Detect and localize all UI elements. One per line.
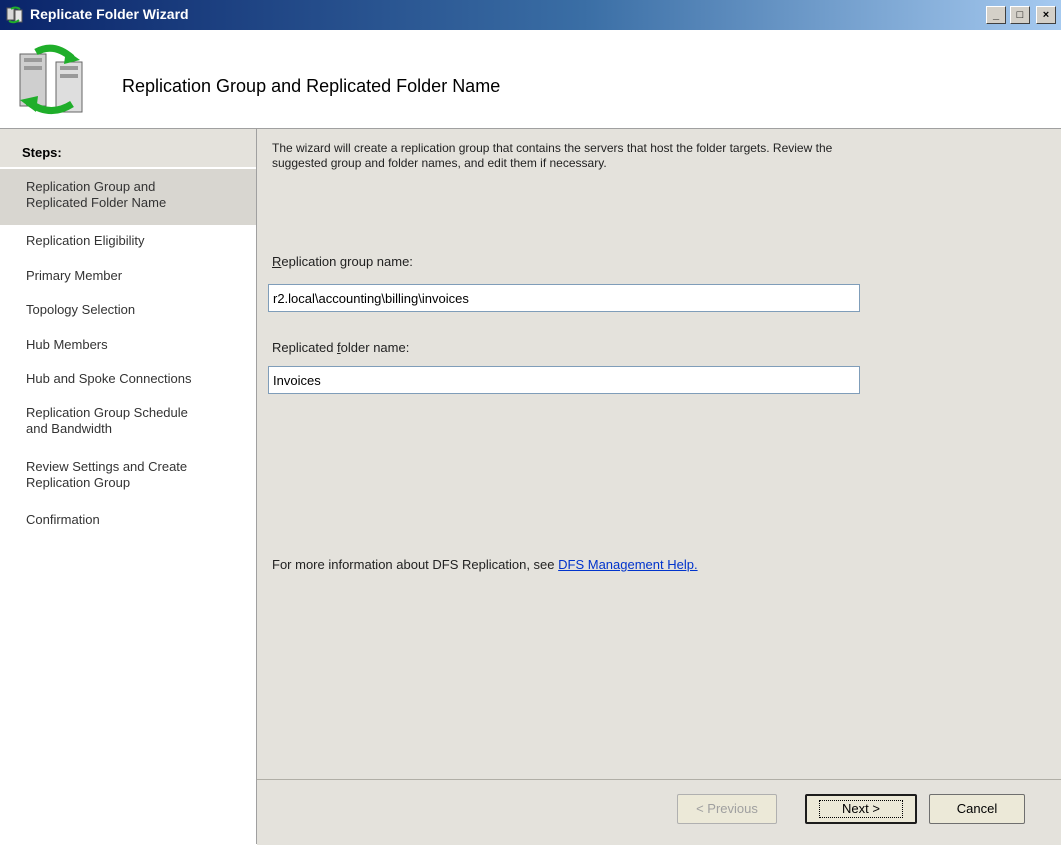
group-name-label: Replication group name:	[272, 254, 413, 269]
group-name-label-accelerator: R	[272, 254, 282, 269]
step-hub-and-spoke-connections: Hub and Spoke Connections	[26, 371, 192, 386]
dfs-management-help-link[interactable]: DFS Management Help.	[558, 557, 697, 572]
step-review-settings: Review Settings and Create Replication G…	[26, 459, 188, 490]
folder-name-label-text: older name:	[340, 340, 410, 355]
step-hub-members: Hub Members	[26, 337, 108, 352]
next-button-label: Next >	[819, 800, 903, 818]
folder-name-label: Replicated folder name:	[272, 340, 409, 355]
replicated-folder-name-input[interactable]: Invoices	[268, 366, 860, 394]
step-replication-group-name: Replication Group and Replicated Folder …	[0, 169, 256, 225]
group-name-label-text: eplication group name:	[281, 254, 413, 269]
previous-button[interactable]: < Previous	[677, 794, 777, 824]
help-info-prefix: For more information about DFS Replicati…	[272, 557, 559, 572]
page-title: Replication Group and Replicated Folder …	[122, 76, 501, 96]
replication-servers-icon	[19, 44, 83, 114]
folder-name-label-prefix: Replicated	[272, 340, 338, 355]
cancel-button[interactable]: Cancel	[929, 794, 1025, 824]
dfs-replication-icon	[6, 6, 23, 24]
next-button[interactable]: Next >	[805, 794, 917, 824]
step-primary-member: Primary Member	[26, 268, 123, 283]
help-info-text: For more information about DFS Replicati…	[272, 557, 698, 572]
title-bar[interactable]: Replicate Folder Wizard _ □ ×	[0, 0, 1061, 30]
main-panel: The wizard will create a replication gro…	[257, 129, 1061, 779]
step-schedule-and-bandwidth: Replication Group Schedule and Bandwidth	[26, 405, 188, 436]
step-confirmation: Confirmation	[26, 512, 100, 527]
steps-heading: Steps:	[0, 129, 256, 167]
wizard-footer: < Previous Next > Cancel	[257, 779, 1061, 845]
wizard-window: Replicate Folder Wizard _ □ × Replicatio…	[0, 0, 1061, 845]
minimize-button[interactable]: _	[986, 6, 1006, 24]
close-button[interactable]: ×	[1036, 6, 1056, 24]
steps-sidebar: Steps: Replication Group and Replicated …	[0, 129, 257, 844]
wizard-description: The wizard will create a replication gro…	[272, 141, 833, 170]
maximize-button[interactable]: □	[1010, 6, 1030, 24]
wizard-header: Replication Group and Replicated Folder …	[0, 30, 1061, 129]
step-topology-selection: Topology Selection	[26, 302, 136, 317]
step-replication-eligibility: Replication Eligibility	[26, 233, 145, 248]
replication-group-name-input[interactable]: r2.local\accounting\billing\invoices	[268, 284, 860, 312]
window-title: Replicate Folder Wizard	[30, 6, 189, 22]
